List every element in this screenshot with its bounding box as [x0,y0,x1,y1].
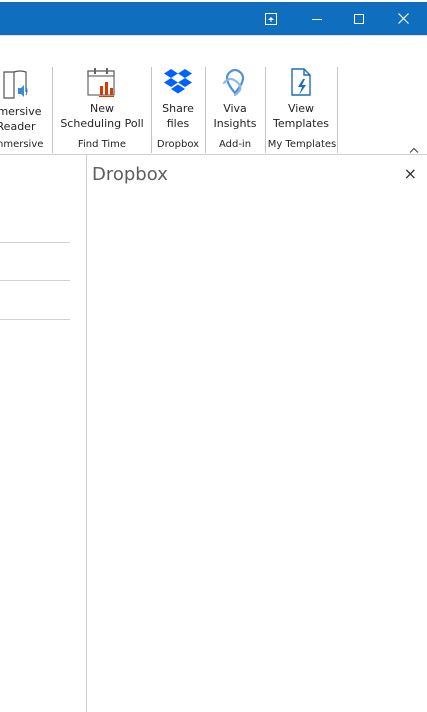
share-files-label-line2: files [166,117,190,130]
view-templates-label-line1: View [287,102,315,115]
dropbox-icon [164,69,192,94]
chevron-up-icon [409,147,419,153]
list-item-divider [0,242,70,243]
scheduling-poll-icon [87,68,115,97]
immersive-label-line2: Reader [0,120,36,133]
message-list-pane [0,155,86,712]
maximize-button[interactable] [336,2,382,35]
scheduling-poll-label-line2: Scheduling Poll [60,117,144,130]
group-label-my-templates: My Templates [267,139,337,150]
view-templates-icon [291,68,311,96]
close-icon [397,13,409,24]
new-scheduling-poll-button[interactable]: New Scheduling Poll [60,65,144,131]
group-separator [151,67,152,153]
share-files-label-line1: Share [162,102,194,115]
viva-insights-label-line2: Insights [213,117,257,130]
group-separator [265,67,266,153]
ribbon: nmersive Reader nmersive New Scheduling … [0,35,427,155]
pane-title: Dropbox [92,164,168,185]
group-label-dropbox: Dropbox [156,139,200,150]
immersive-reader-button[interactable]: nmersive Reader [0,68,46,134]
group-label-immersive: nmersive [0,139,44,150]
ribbon-top-border [0,35,427,36]
minimize-icon [312,18,322,20]
minimize-button[interactable] [294,2,340,35]
viva-insights-button[interactable]: Viva Insights [210,65,260,131]
view-templates-label-line2: Templates [273,117,329,130]
ribbon-display-icon [265,12,277,25]
group-separator [52,67,53,153]
maximize-icon [354,13,364,24]
dropbox-task-pane: Dropbox × [87,155,427,712]
list-item-divider [0,280,70,281]
viva-insights-icon [222,68,245,97]
group-separator [337,67,338,153]
viva-insights-label-line1: Viva [223,102,247,115]
immersive-label-line1: nmersive [0,105,42,118]
immersive-reader-icon [3,70,28,99]
ribbon-display-options-button[interactable] [248,2,294,35]
view-templates-button[interactable]: View Templates [268,65,334,131]
share-files-button[interactable]: Share files [155,65,201,131]
group-label-add-in: Add-in [218,139,252,150]
group-label-find-time: Find Time [77,139,127,150]
title-bar [0,2,427,35]
group-separator [205,67,206,153]
close-button[interactable] [380,2,426,35]
list-item-divider [0,319,70,320]
scheduling-poll-label-line1: New [90,102,114,115]
pane-close-button[interactable]: × [404,164,417,183]
